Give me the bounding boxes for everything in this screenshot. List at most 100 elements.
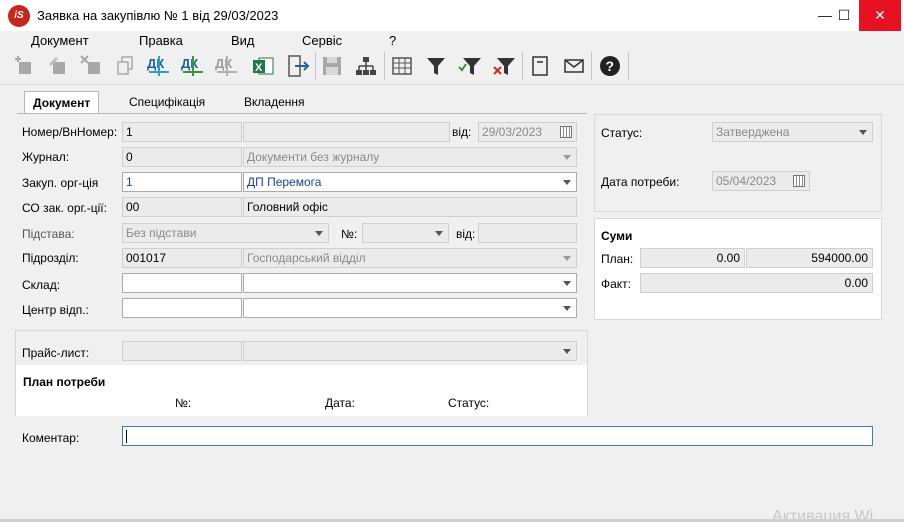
so-name-field[interactable]: Головний офіс bbox=[243, 197, 577, 217]
menu-help[interactable]: ? bbox=[389, 33, 396, 48]
debit-credit-icon[interactable]: ДК bbox=[146, 53, 172, 79]
plan-num-label: №: bbox=[175, 396, 192, 410]
excel-export-icon[interactable]: X bbox=[250, 53, 276, 79]
toolbar: ДК ДК ДК X ? bbox=[0, 49, 904, 85]
journal-select[interactable]: Документи без журналу bbox=[243, 147, 577, 167]
inner-number-field[interactable] bbox=[243, 122, 450, 142]
journal-code-field[interactable]: 0 bbox=[122, 147, 242, 167]
debit-credit-green-icon[interactable]: ДК bbox=[180, 53, 206, 79]
filter-icon[interactable] bbox=[423, 53, 449, 79]
pricelist-code-field[interactable] bbox=[122, 341, 242, 361]
warehouse-select[interactable] bbox=[243, 273, 577, 293]
dept-code-field[interactable]: 001017 bbox=[122, 248, 242, 268]
app-logo-icon: iS bbox=[8, 5, 30, 27]
tab-specification[interactable]: Специфікація bbox=[121, 91, 213, 114]
basis-select[interactable]: Без підстави bbox=[122, 223, 329, 243]
pricelist-label: Прайс-лист: bbox=[22, 346, 90, 360]
org-select[interactable]: ДП Перемога bbox=[243, 172, 577, 192]
menu-bar: Документ Правка Вид Сервіс ? bbox=[0, 31, 904, 49]
delete-icon[interactable] bbox=[78, 53, 104, 79]
center-select[interactable] bbox=[243, 298, 577, 318]
org-name: ДП Перемога bbox=[247, 175, 322, 189]
toolbar-separator bbox=[384, 52, 385, 80]
plan-date-label: Дата: bbox=[325, 396, 355, 410]
sums-title: Суми bbox=[601, 229, 633, 243]
plan-title: План потреби bbox=[23, 375, 106, 389]
basis-date-label: від: bbox=[456, 227, 476, 241]
tab-document[interactable]: Документ bbox=[24, 91, 100, 114]
basis-label: Підстава: bbox=[22, 227, 75, 241]
journal-label: Журнал: bbox=[22, 150, 70, 164]
need-date-label: Дата потреби: bbox=[601, 175, 680, 189]
chevron-down-icon bbox=[563, 256, 571, 261]
sums-group bbox=[594, 218, 882, 320]
save-icon[interactable] bbox=[319, 53, 345, 79]
date-field[interactable]: 29/03/2023 bbox=[478, 122, 577, 142]
svg-text:?: ? bbox=[606, 58, 615, 74]
need-date-value: 05/04/2023 bbox=[716, 174, 777, 188]
status-select[interactable]: Затверджена bbox=[712, 122, 873, 142]
dept-select[interactable]: Господарський відділ bbox=[243, 248, 577, 268]
basis-value: Без підстави bbox=[126, 226, 197, 240]
tab-attachments[interactable]: Вкладення bbox=[236, 91, 313, 114]
menu-document[interactable]: Документ bbox=[31, 33, 89, 48]
text-caret bbox=[126, 430, 127, 443]
hierarchy-icon[interactable] bbox=[353, 53, 379, 79]
filter-apply-icon[interactable] bbox=[457, 53, 483, 79]
exit-icon[interactable] bbox=[285, 53, 311, 79]
window-title: Заявка на закупівлю № 1 від 29/03/2023 bbox=[37, 8, 279, 23]
toolbar-separator bbox=[315, 52, 316, 80]
plan-panel bbox=[16, 365, 587, 416]
debit-credit-gray-icon[interactable]: ДК bbox=[214, 53, 240, 79]
status-label: Статус: bbox=[601, 126, 643, 140]
org-label: Закуп. орг-ція bbox=[22, 176, 99, 190]
filter-clear-icon[interactable] bbox=[491, 53, 517, 79]
warehouse-code-field[interactable] bbox=[122, 273, 242, 293]
mail-icon[interactable] bbox=[561, 53, 587, 79]
date-label: від: bbox=[452, 125, 472, 139]
tab-underline bbox=[17, 113, 587, 114]
center-code-field[interactable] bbox=[122, 298, 242, 318]
basis-num-label: №: bbox=[341, 227, 358, 241]
chevron-down-icon bbox=[315, 231, 323, 236]
notebook-icon[interactable] bbox=[527, 53, 553, 79]
org-code-field[interactable]: 1 bbox=[122, 172, 242, 192]
menu-service[interactable]: Сервіс bbox=[302, 33, 342, 48]
close-button[interactable]: ✕ bbox=[859, 0, 901, 31]
svg-text:ДК: ДК bbox=[147, 56, 164, 71]
dept-name: Господарський відділ bbox=[247, 251, 366, 265]
add-icon[interactable] bbox=[11, 53, 37, 79]
comment-label: Коментар: bbox=[22, 431, 80, 445]
edit-icon[interactable] bbox=[45, 53, 71, 79]
journal-name: Документи без журналу bbox=[247, 150, 380, 164]
menu-edit[interactable]: Правка bbox=[139, 33, 183, 48]
copy-icon[interactable] bbox=[112, 53, 138, 79]
warehouse-label: Склад: bbox=[22, 278, 61, 292]
fact-sum-label: Факт: bbox=[601, 277, 632, 291]
chevron-down-icon bbox=[563, 281, 571, 286]
so-code-field[interactable]: 00 bbox=[122, 197, 242, 217]
pricelist-select[interactable] bbox=[243, 341, 577, 361]
comment-input[interactable] bbox=[122, 426, 873, 446]
number-label: Номер/ВнНомер: bbox=[22, 125, 118, 139]
maximize-button[interactable]: ☐ bbox=[825, 0, 863, 31]
need-date-field[interactable]: 05/04/2023 bbox=[712, 171, 810, 191]
calendar-icon[interactable] bbox=[560, 126, 572, 138]
plan-status-label: Статус: bbox=[448, 396, 490, 410]
toolbar-separator bbox=[522, 52, 523, 80]
calendar-icon[interactable] bbox=[793, 175, 805, 187]
chevron-down-icon bbox=[563, 349, 571, 354]
chevron-down-icon bbox=[435, 231, 443, 236]
basis-num-select[interactable] bbox=[362, 223, 449, 243]
grid-icon[interactable] bbox=[389, 53, 415, 79]
toolbar-separator bbox=[628, 52, 629, 80]
basis-date-field[interactable] bbox=[478, 223, 577, 243]
svg-text:X: X bbox=[255, 62, 263, 74]
so-label: СО зак. орг.-ції: bbox=[22, 201, 107, 215]
number-field[interactable]: 1 bbox=[122, 122, 242, 142]
plan-sum-label: План: bbox=[601, 252, 634, 266]
menu-view[interactable]: Вид bbox=[231, 33, 255, 48]
help-icon[interactable]: ? bbox=[597, 53, 623, 79]
toolbar-separator bbox=[591, 52, 592, 80]
plan-sum-field-2: 594000.00 bbox=[746, 248, 873, 268]
